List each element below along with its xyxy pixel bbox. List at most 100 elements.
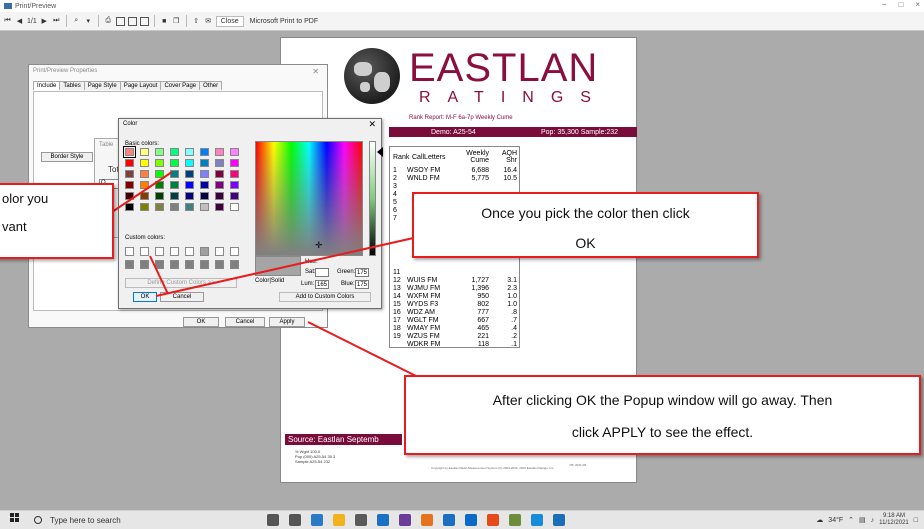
props-ok-button[interactable]: OK	[183, 317, 219, 327]
tab-page-layout[interactable]: Page Layout	[119, 81, 162, 90]
basic-color-swatch[interactable]	[230, 203, 239, 211]
minimize-button[interactable]: −	[882, 0, 887, 9]
clock[interactable]: 9:18 AM 11/12/2021	[879, 513, 909, 527]
custom-color-swatch[interactable]	[125, 247, 134, 256]
taskbar-app-icon[interactable]	[553, 514, 565, 526]
basic-color-swatch[interactable]	[155, 203, 164, 211]
custom-color-swatch[interactable]	[185, 247, 194, 256]
luminance-arrow-icon[interactable]	[377, 147, 383, 157]
tab-include[interactable]: Include	[33, 81, 61, 90]
basic-color-swatch[interactable]	[215, 203, 224, 211]
taskbar-app-icon[interactable]	[399, 514, 411, 526]
export-icon[interactable]: ⇧	[192, 16, 201, 27]
basic-color-swatch[interactable]	[140, 181, 149, 189]
print-icon[interactable]: ⎙	[104, 16, 113, 27]
color-cancel-button[interactable]: Cancel	[160, 292, 204, 302]
custom-color-swatch[interactable]	[140, 260, 149, 269]
basic-color-swatch[interactable]	[170, 170, 179, 178]
volume-icon[interactable]: ♪	[871, 517, 875, 524]
custom-color-swatch[interactable]	[170, 260, 179, 269]
basic-color-swatch[interactable]	[185, 148, 194, 156]
taskbar-search[interactable]: Type here to search	[34, 511, 214, 529]
tray-chevron-icon[interactable]: ⌃	[848, 516, 854, 524]
basic-color-swatch[interactable]	[215, 170, 224, 178]
custom-color-swatch[interactable]	[230, 247, 239, 256]
single-page-icon[interactable]	[115, 16, 125, 26]
basic-color-swatch[interactable]	[140, 148, 149, 156]
save-icon[interactable]: ■	[160, 16, 169, 27]
basic-color-swatch[interactable]	[185, 170, 194, 178]
add-to-custom-colors-button[interactable]: Add to Custom Colors	[279, 292, 371, 302]
basic-color-swatch[interactable]	[155, 159, 164, 167]
basic-color-swatch[interactable]	[125, 159, 134, 167]
last-page-icon[interactable]: ⏭	[52, 16, 61, 27]
basic-color-swatch[interactable]	[123, 146, 136, 158]
taskbar-app-icon[interactable]	[487, 514, 499, 526]
basic-color-swatch[interactable]	[170, 181, 179, 189]
luminance-slider[interactable]	[369, 141, 376, 256]
basic-color-swatch[interactable]	[125, 181, 134, 189]
tab-other[interactable]: Other	[199, 81, 223, 90]
custom-color-swatch[interactable]	[230, 260, 239, 269]
taskbar-app-icon[interactable]	[443, 514, 455, 526]
basic-color-swatch[interactable]	[155, 148, 164, 156]
basic-color-swatch[interactable]	[200, 148, 209, 156]
color-spectrum[interactable]	[255, 141, 363, 256]
border-style-button[interactable]: Border Style	[41, 152, 93, 162]
taskbar-app-icon[interactable]	[509, 514, 521, 526]
taskbar-app-icon[interactable]	[311, 514, 323, 526]
custom-color-swatch[interactable]	[155, 260, 164, 269]
basic-color-swatch[interactable]	[215, 192, 224, 200]
close-icon[interactable]: ✕	[368, 119, 376, 130]
basic-color-swatch[interactable]	[200, 159, 209, 167]
taskbar-app-icon[interactable]	[465, 514, 477, 526]
basic-color-swatch[interactable]	[200, 203, 209, 211]
taskbar-app-icon[interactable]	[355, 514, 367, 526]
custom-color-swatch[interactable]	[215, 247, 224, 256]
tab-tables[interactable]: Tables	[59, 81, 85, 90]
taskbar-app-icon[interactable]	[531, 514, 543, 526]
apply-button[interactable]: Apply	[269, 317, 305, 327]
basic-color-swatch[interactable]	[140, 170, 149, 178]
custom-color-swatch[interactable]	[200, 247, 209, 256]
taskbar-app-icon[interactable]	[289, 514, 301, 526]
custom-color-swatch[interactable]	[170, 247, 179, 256]
basic-color-swatch[interactable]	[215, 181, 224, 189]
color-ok-button[interactable]: OK	[133, 292, 157, 302]
basic-color-swatch[interactable]	[170, 192, 179, 200]
close-icon[interactable]: ✕	[312, 67, 319, 76]
weather-icon[interactable]: ☁	[816, 516, 823, 524]
taskbar-app-icon[interactable]	[421, 514, 433, 526]
custom-color-swatch[interactable]	[155, 247, 164, 256]
basic-color-swatch[interactable]	[200, 192, 209, 200]
basic-color-swatch[interactable]	[215, 159, 224, 167]
tab-page-style[interactable]: Page Style	[83, 81, 121, 90]
basic-color-swatch[interactable]	[170, 148, 179, 156]
basic-color-swatch[interactable]	[185, 159, 194, 167]
taskbar-app-icon[interactable]	[377, 514, 389, 526]
previous-page-icon[interactable]: ◀	[15, 16, 24, 27]
basic-color-swatch[interactable]	[155, 181, 164, 189]
basic-color-swatch[interactable]	[230, 148, 239, 156]
green-input[interactable]: 175	[355, 268, 369, 277]
dropdown-arrow-icon[interactable]: ▾	[84, 16, 93, 27]
basic-color-swatch[interactable]	[170, 159, 179, 167]
lum-input[interactable]: 165	[315, 280, 329, 289]
basic-color-swatch[interactable]	[185, 181, 194, 189]
tab-cover-page[interactable]: Cover Page	[160, 81, 201, 90]
basic-color-swatch[interactable]	[140, 159, 149, 167]
close-window-button[interactable]: ×	[915, 0, 920, 9]
custom-color-swatch[interactable]	[215, 260, 224, 269]
next-page-icon[interactable]: ▶	[40, 16, 49, 27]
blue-input[interactable]: 175	[355, 280, 369, 289]
basic-color-swatch[interactable]	[125, 170, 134, 178]
basic-color-swatch[interactable]	[170, 203, 179, 211]
basic-color-swatch[interactable]	[155, 192, 164, 200]
basic-color-swatch[interactable]	[230, 170, 239, 178]
custom-color-swatch[interactable]	[185, 260, 194, 269]
taskbar-app-icon[interactable]	[267, 514, 279, 526]
network-icon[interactable]: ▤	[859, 516, 866, 524]
copy-icon[interactable]: ❐	[172, 16, 181, 27]
props-cancel-button[interactable]: Cancel	[225, 317, 265, 327]
basic-color-swatch[interactable]	[215, 148, 224, 156]
